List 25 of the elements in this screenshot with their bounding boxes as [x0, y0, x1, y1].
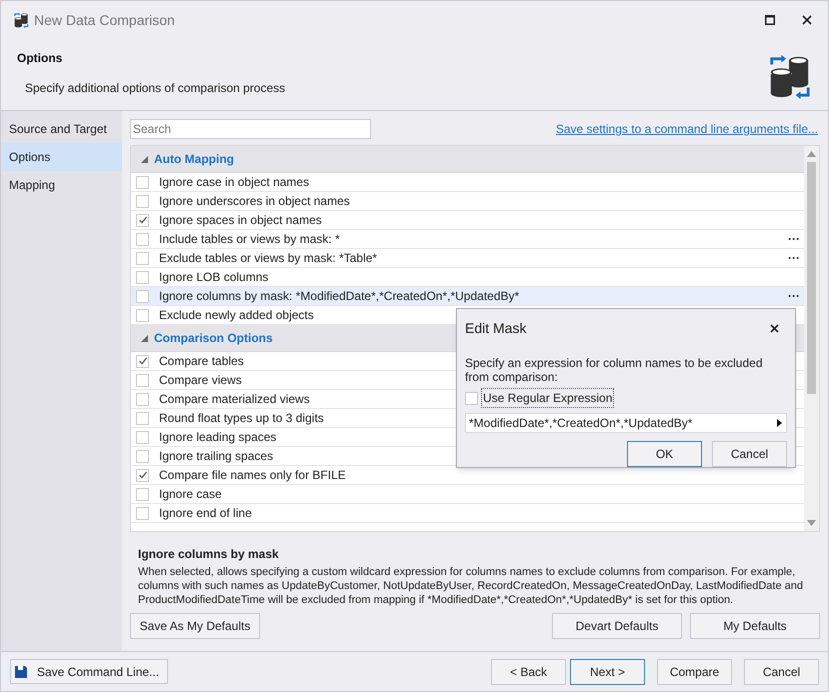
group-title: Auto Mapping: [154, 151, 234, 168]
dialog-title: Edit Mask: [465, 318, 526, 338]
option-label: Ignore columns by mask: *ModifiedDate*,*CreatedOn*,*UpdatedBy*: [159, 288, 520, 305]
option-label: Include tables or views by mask: *: [159, 231, 340, 248]
page-heading: Options: [17, 50, 64, 67]
group-title: Comparison Options: [154, 330, 273, 347]
option-label: Compare tables: [159, 353, 244, 370]
option-label: Ignore case in object names: [159, 174, 310, 191]
option-label: Ignore LOB columns: [159, 269, 268, 286]
option-label: Compare file names only for BFILE: [159, 467, 346, 484]
window-title: New Data Comparison: [34, 10, 175, 30]
option-label: Ignore spaces in object names: [159, 212, 322, 229]
option-label: Ignore trailing spaces: [159, 448, 274, 465]
option-label: Exclude newly added objects: [159, 307, 314, 324]
option-label: Ignore case: [159, 486, 222, 503]
option-label: Compare views: [159, 372, 242, 389]
option-label: Round float types up to 3 digits: [159, 410, 324, 427]
option-label: Exclude tables or views by mask: *Table*: [159, 250, 378, 267]
description-title: Ignore columns by mask: [138, 546, 280, 563]
description-text: When selected, allows specifying a custom wildcard expression for columns names to exclude columns from comparison. For example, columns with such names as UpdateByCustomer, NotUpdateByUser, RecordCreatedOn, MessageCreatedOnDay, LastModifiedDate and ProductModifiedDateTime will be excluded from mapping if *ModifiedDate*,*CreatedOn*,*UpdatedBy* is set for this option.: [138, 565, 804, 607]
option-label: Ignore underscores in object names: [159, 193, 350, 210]
option-label: Compare materialized views: [159, 391, 310, 408]
option-label: Ignore end of line: [159, 505, 252, 522]
option-label: Ignore leading spaces: [159, 429, 276, 446]
page-subtitle: Specify additional options of comparison process: [25, 80, 286, 97]
